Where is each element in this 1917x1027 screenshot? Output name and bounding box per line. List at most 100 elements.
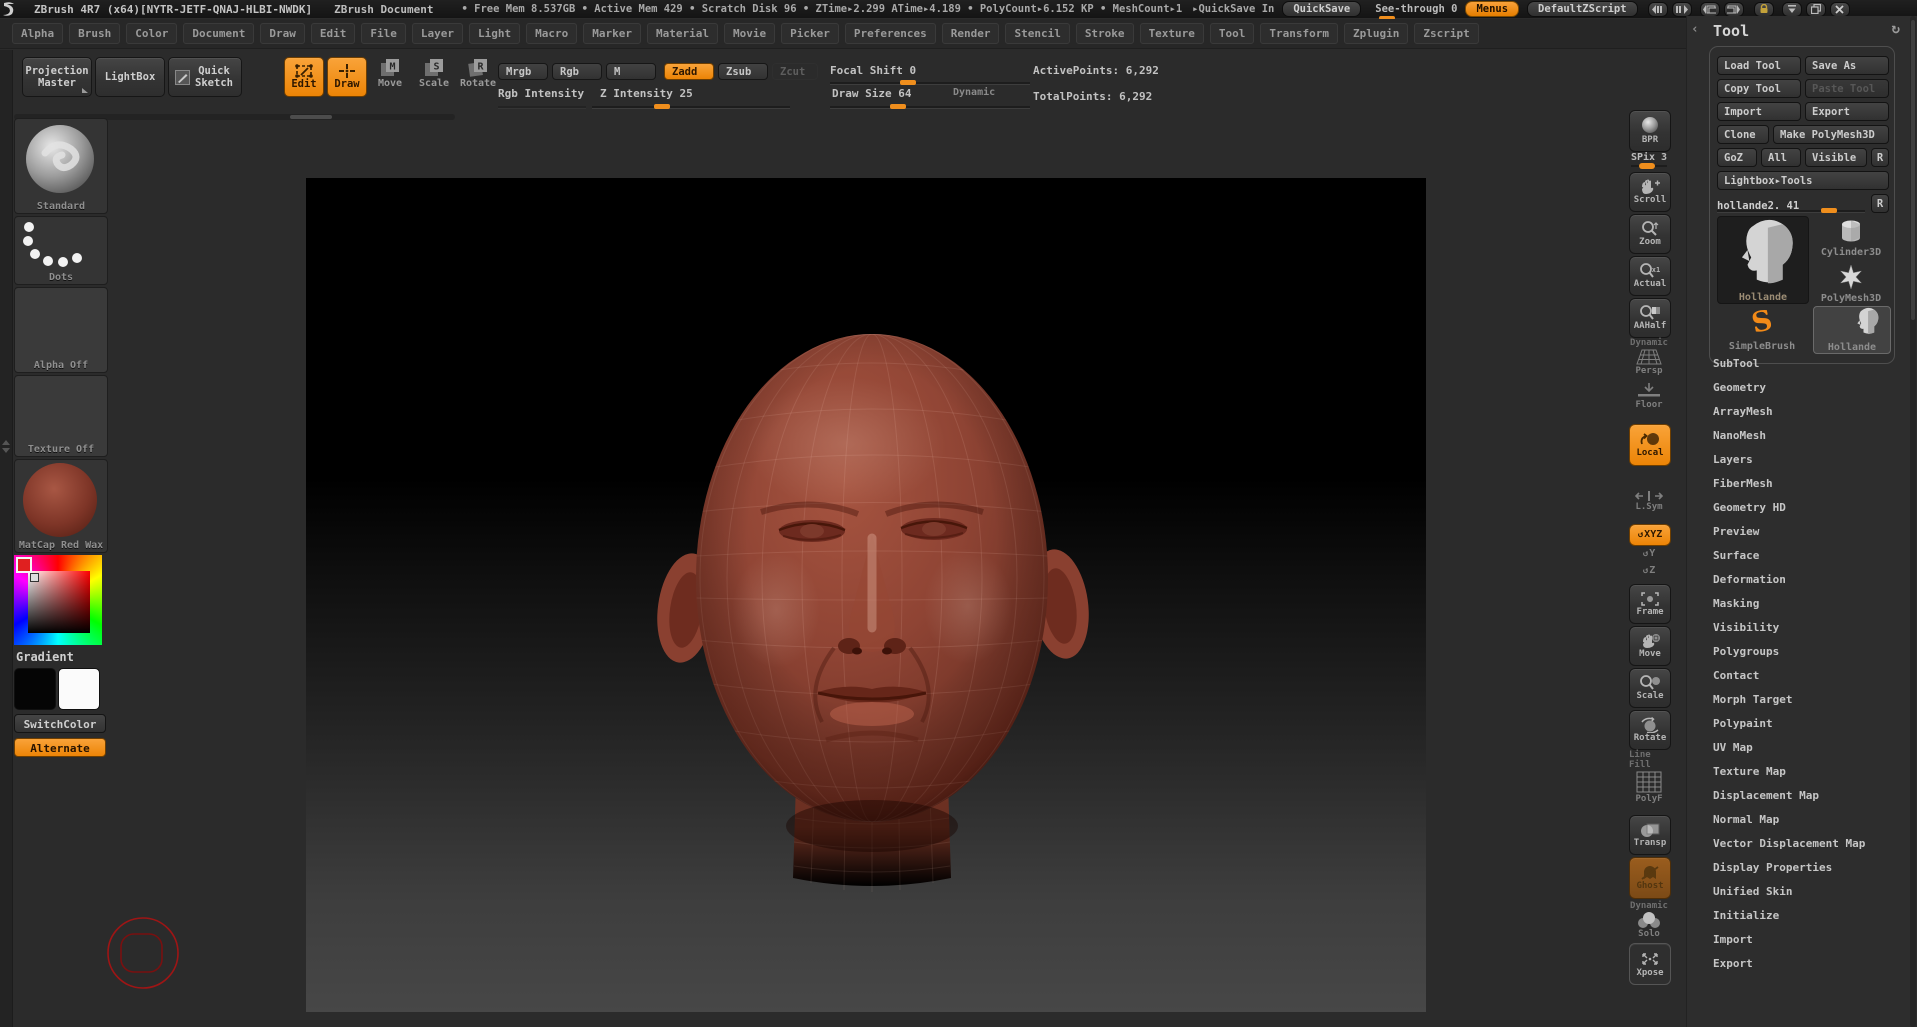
- shelf-rotate-button[interactable]: Rotate: [1629, 710, 1671, 750]
- menu-item[interactable]: Preferences: [845, 23, 936, 44]
- zadd-button[interactable]: Zadd: [664, 63, 714, 80]
- menu-item[interactable]: Picker: [781, 23, 839, 44]
- tool-name-thumb[interactable]: [1821, 208, 1837, 213]
- menu-item[interactable]: Texture: [1140, 23, 1204, 44]
- shelf-move-button[interactable]: Move: [1629, 626, 1671, 666]
- tool-thumbnail-polymesh3d[interactable]: PolyMesh3D: [1813, 262, 1889, 304]
- rotate-button[interactable]: R Rotate: [460, 58, 496, 94]
- transp-button[interactable]: Transp: [1629, 815, 1671, 855]
- mrgb-button[interactable]: Mrgb: [498, 63, 548, 80]
- local-button[interactable]: Local: [1629, 424, 1671, 466]
- tool-section-row[interactable]: SubTool: [1687, 352, 1917, 376]
- tool-section-row[interactable]: Surface: [1687, 544, 1917, 568]
- tool-section-row[interactable]: NanoMesh: [1687, 424, 1917, 448]
- tool-section-row[interactable]: UV Map: [1687, 736, 1917, 760]
- import-button[interactable]: Import: [1717, 102, 1801, 121]
- default-zscript-button[interactable]: DefaultZScript: [1527, 1, 1638, 17]
- tool-section-row[interactable]: FiberMesh: [1687, 472, 1917, 496]
- tool-section-row[interactable]: Initialize: [1687, 904, 1917, 928]
- rail-collapse-handle[interactable]: [2, 440, 9, 453]
- menu-item[interactable]: Macro: [526, 23, 577, 44]
- zoom-button[interactable]: Zoom: [1629, 214, 1671, 254]
- current-brush-standard[interactable]: Standard: [14, 118, 108, 214]
- frame-button[interactable]: Frame: [1629, 584, 1671, 624]
- menu-item[interactable]: Render: [942, 23, 1000, 44]
- current-alpha-off[interactable]: Alpha Off: [14, 287, 108, 373]
- menu-item[interactable]: Alpha: [12, 23, 63, 44]
- tool-section-row[interactable]: Polypaint: [1687, 712, 1917, 736]
- tool-section-row[interactable]: ArrayMesh: [1687, 400, 1917, 424]
- persp-button[interactable]: Dynamic Persp: [1629, 338, 1669, 376]
- shelf-scale-button[interactable]: Scale: [1629, 668, 1671, 708]
- current-stroke-dots[interactable]: Dots: [14, 216, 108, 285]
- paste-tool-button[interactable]: Paste Tool: [1805, 79, 1889, 98]
- tool-thumbnail-cylinder3d[interactable]: Cylinder3D: [1813, 216, 1889, 258]
- lightbox-tools-button[interactable]: Lightbox▸Tools: [1717, 171, 1889, 190]
- m-button[interactable]: M: [606, 63, 656, 80]
- bpr-button[interactable]: BPR: [1629, 110, 1671, 152]
- panel-scrollbar[interactable]: [1910, 16, 1916, 1027]
- panel-collapse-icon[interactable]: ‹: [1691, 22, 1699, 37]
- z-intensity-slider[interactable]: [592, 106, 790, 109]
- xyz-button[interactable]: ↺ XYZ: [1629, 524, 1671, 546]
- tool-section-row[interactable]: Masking: [1687, 592, 1917, 616]
- goz-visible-button[interactable]: Visible: [1805, 148, 1867, 167]
- xpose-button[interactable]: Xpose: [1629, 943, 1671, 985]
- scale-button[interactable]: S Scale: [416, 58, 452, 94]
- menu-item[interactable]: Document: [183, 23, 254, 44]
- draw-size-thumb[interactable]: [890, 104, 906, 109]
- tool-section-row[interactable]: Unified Skin: [1687, 880, 1917, 904]
- goz-r-button[interactable]: R: [1871, 148, 1889, 167]
- restore-icon[interactable]: [1806, 2, 1826, 17]
- move-button[interactable]: M Move: [372, 58, 408, 94]
- tool-section-row[interactable]: Polygroups: [1687, 640, 1917, 664]
- menus-button[interactable]: Menus: [1465, 1, 1519, 17]
- current-material-matcap-red-wax[interactable]: MatCap Red Wax: [14, 459, 108, 553]
- menu-item[interactable]: Brush: [69, 23, 120, 44]
- menu-item[interactable]: Stroke: [1076, 23, 1134, 44]
- tool-section-row[interactable]: Geometry HD: [1687, 496, 1917, 520]
- copy-tool-button[interactable]: Copy Tool: [1717, 79, 1801, 98]
- draw-size-slider[interactable]: [830, 106, 1030, 109]
- show-left-tray-icon[interactable]: [1672, 2, 1692, 17]
- y-axis-button[interactable]: ↺ Y: [1629, 549, 1669, 559]
- ghost-button[interactable]: Ghost: [1629, 857, 1671, 899]
- tool-section-row[interactable]: Layers: [1687, 448, 1917, 472]
- tool-section-row[interactable]: Import: [1687, 928, 1917, 952]
- dynamic-label[interactable]: Dynamic: [953, 87, 995, 98]
- export-button[interactable]: Export: [1805, 102, 1889, 121]
- menu-item[interactable]: Marker: [583, 23, 641, 44]
- menu-item[interactable]: Light: [469, 23, 520, 44]
- hide-right-tray-icon[interactable]: [1700, 2, 1720, 17]
- lsym-button[interactable]: L.Sym: [1629, 490, 1669, 512]
- lock-icon[interactable]: [1754, 2, 1774, 17]
- panel-refresh-icon[interactable]: ↻: [1892, 21, 1900, 37]
- tool-section-row[interactable]: Preview: [1687, 520, 1917, 544]
- actual-button[interactable]: x1 Actual: [1629, 256, 1671, 296]
- goz-button[interactable]: GoZ: [1717, 148, 1757, 167]
- tool-section-row[interactable]: Contact: [1687, 664, 1917, 688]
- menu-item[interactable]: Stencil: [1005, 23, 1069, 44]
- edit-button[interactable]: Edit: [284, 57, 324, 97]
- menu-item[interactable]: Transform: [1260, 23, 1338, 44]
- menu-item[interactable]: Color: [126, 23, 177, 44]
- tool-section-row[interactable]: Displacement Map: [1687, 784, 1917, 808]
- make-polymesh3d-button[interactable]: Make PolyMesh3D: [1773, 125, 1889, 144]
- left-divider-rail[interactable]: [0, 50, 13, 1027]
- tool-name-slider[interactable]: hollande2. 41: [1717, 194, 1865, 212]
- gradient-label[interactable]: Gradient: [16, 650, 74, 664]
- z-intensity-thumb[interactable]: [654, 104, 670, 109]
- clone-button[interactable]: Clone: [1717, 125, 1769, 144]
- scroll-button[interactable]: Scroll: [1629, 172, 1671, 212]
- current-texture-off[interactable]: Texture Off: [14, 375, 108, 457]
- menu-item[interactable]: Zplugin: [1344, 23, 1408, 44]
- menu-item[interactable]: Zscript: [1414, 23, 1478, 44]
- secondary-color-swatch[interactable]: [58, 668, 100, 710]
- focal-shift-thumb[interactable]: [900, 80, 916, 85]
- tool-section-row[interactable]: Texture Map: [1687, 760, 1917, 784]
- menu-item[interactable]: Movie: [724, 23, 775, 44]
- tool-section-row[interactable]: Display Properties: [1687, 856, 1917, 880]
- quicksave-button[interactable]: QuickSave: [1282, 1, 1361, 17]
- spix-slider[interactable]: SPix 3: [1629, 153, 1669, 170]
- menu-item[interactable]: Layer: [412, 23, 463, 44]
